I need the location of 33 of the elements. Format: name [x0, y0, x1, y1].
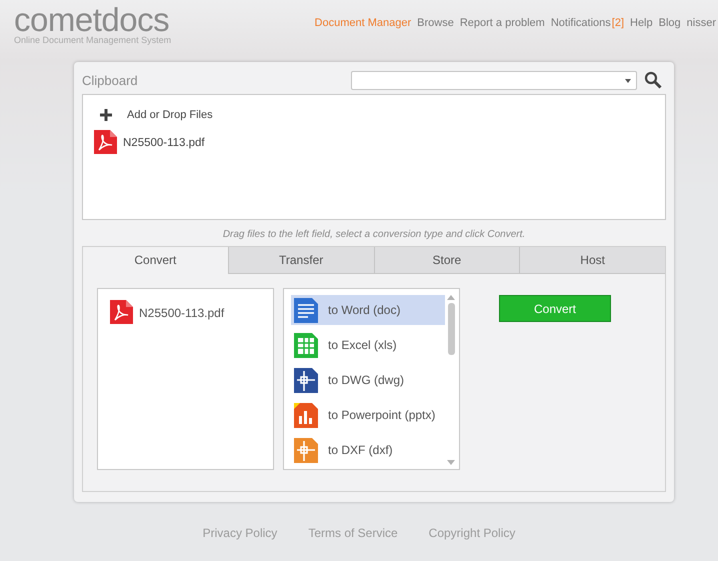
nav-link[interactable]: Notifications [550, 17, 611, 29]
scrollbar[interactable] [445, 295, 457, 465]
search-icon[interactable] [644, 71, 662, 89]
conversion-option[interactable]: to Word (doc) [291, 295, 445, 325]
plus-icon[interactable] [100, 109, 112, 121]
file-name[interactable]: N25500-113.pdf [139, 306, 224, 320]
spreadsheet-file-icon [294, 332, 318, 358]
drawing-file-icon [294, 438, 318, 462]
panel-title: Clipboard [82, 72, 138, 88]
nav-link[interactable]: Blog [658, 17, 681, 29]
tab[interactable]: Store [374, 247, 520, 274]
tab[interactable]: Host [519, 247, 665, 274]
convert-button[interactable]: Convert [499, 295, 611, 322]
bar-chart-file-icon [294, 402, 318, 428]
nav-link[interactable]: nisser [686, 17, 716, 29]
add-files-link[interactable]: Add or Drop Files [127, 109, 213, 121]
logo[interactable]: cometdocs [14, 3, 172, 37]
nav-link[interactable]: Report a problem [460, 17, 545, 29]
pdf-file-icon [109, 300, 133, 325]
hint-text: Drag files to the left field, select a conversion type and click Convert. [222, 229, 526, 240]
nav-link[interactable]: Browse [417, 17, 454, 29]
conversion-option[interactable]: to DWG (dwg) [291, 365, 445, 395]
file-name[interactable]: N25500-113.pdf [123, 136, 205, 148]
pdf-file-icon [93, 130, 117, 155]
conversion-option[interactable]: to DXF (dxf) [291, 435, 445, 465]
tagline: Online Document Management System [14, 35, 172, 45]
tab[interactable]: Transfer [228, 247, 374, 274]
nav-link[interactable]: Help [630, 17, 653, 29]
conversion-option[interactable]: to Powerpoint (pptx) [291, 400, 445, 430]
document-file-icon [294, 298, 318, 322]
notification-count: [2] [612, 17, 624, 29]
conversion-option[interactable]: to Excel (xls) [291, 330, 445, 360]
drawing-file-icon [294, 368, 318, 392]
